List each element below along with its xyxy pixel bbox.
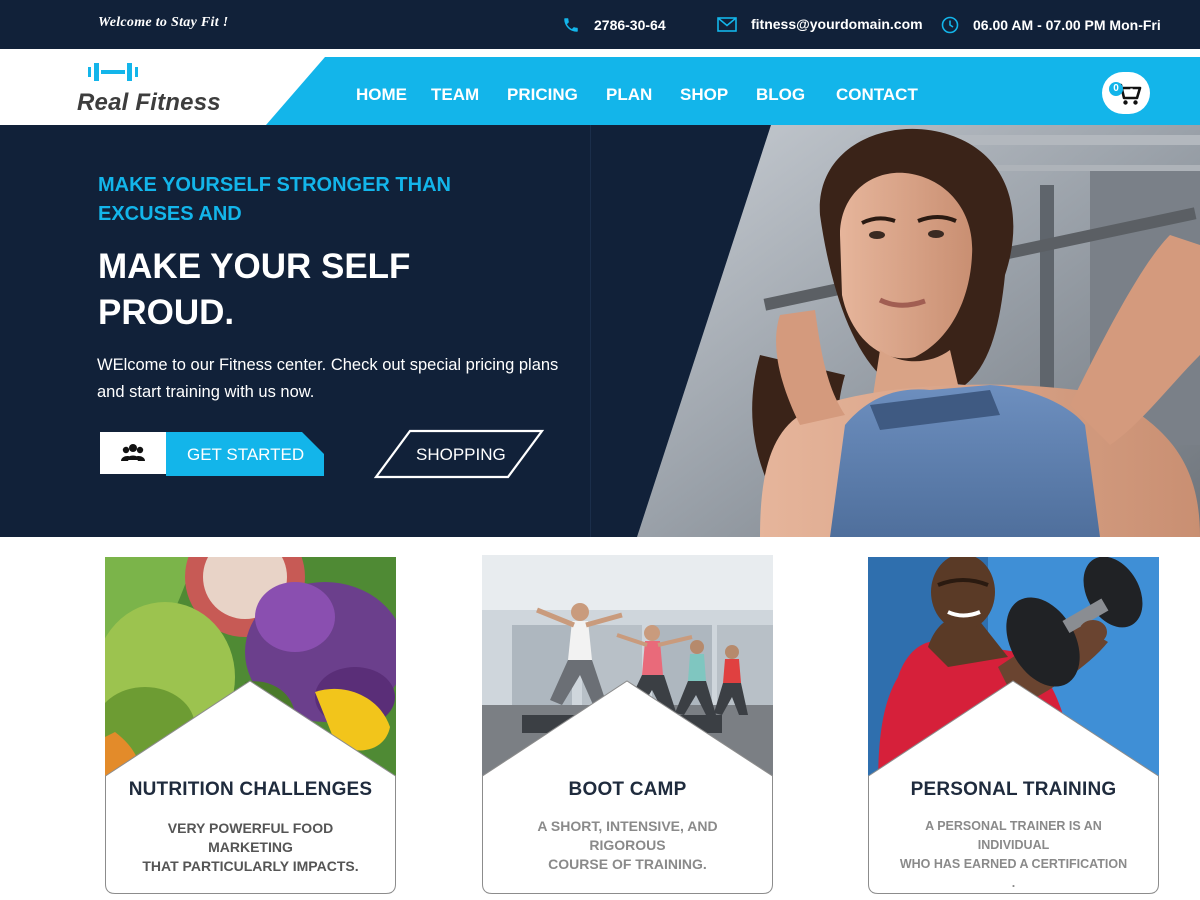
get-started-label: GET STARTED (187, 445, 305, 464)
hero-description: WElcome to our Fitness center. Check out… (97, 352, 577, 406)
phone-number: 2786-30-64 (594, 17, 666, 33)
get-started-icon-box (100, 432, 166, 474)
card-title: NUTRITION CHALLENGES (128, 779, 373, 800)
card-description-line-2: COURSE OF TRAINING. (548, 856, 707, 872)
clock-icon (941, 16, 959, 34)
hero-description-line-2: and start training with us now. (97, 383, 315, 401)
card-description-line-2: WHO HAS EARNED A CERTIFICATION . (899, 857, 1128, 890)
hero-tagline: MAKE YOURSELF STRONGER THAN EXCUSES AND (98, 171, 518, 229)
dumbbell-icon[interactable] (86, 62, 140, 87)
card-description: A SHORT, INTENSIVE, AND RIGOROUS COURSE … (511, 817, 744, 874)
hero-title: MAKE YOUR SELF PROUD. (98, 244, 518, 336)
card-description: VERY POWERFUL FOOD MARKETING THAT PARTIC… (134, 819, 367, 876)
users-icon (121, 444, 145, 461)
card-description-line-1: VERY POWERFUL FOOD MARKETING (167, 820, 334, 855)
shopping-button[interactable]: SHOPPING (373, 429, 545, 479)
card-nutrition[interactable]: NUTRITION CHALLENGES VERY POWERFUL FOOD … (105, 557, 396, 894)
nav-item-blog[interactable]: BLOG (756, 85, 805, 105)
email-address: fitness@yourdomain.com (751, 16, 923, 32)
nav-item-pricing[interactable]: PRICING (507, 85, 578, 105)
card-personal-training[interactable]: PERSONAL TRAINING A PERSONAL TRAINER IS … (868, 557, 1159, 894)
opening-hours: 06.00 AM - 07.00 PM Mon-Fri (941, 16, 1161, 34)
email-contact[interactable]: fitness@yourdomain.com (717, 16, 923, 32)
nav-item-plan[interactable]: PLAN (606, 85, 652, 105)
shopping-label: SHOPPING (416, 445, 506, 464)
cart-button[interactable]: 0 (1102, 72, 1150, 114)
nav-item-contact[interactable]: CONTACT (836, 85, 918, 105)
mail-icon (717, 16, 737, 32)
phone-contact[interactable]: 2786-30-64 (562, 16, 666, 34)
hero-tagline-line-1: MAKE YOURSELF STRONGER THAN (98, 174, 451, 196)
hero-title-line-1: MAKE YOUR SELF (98, 247, 411, 286)
nav-item-home[interactable]: HOME (356, 85, 407, 105)
nav-item-shop[interactable]: SHOP (680, 85, 728, 105)
card-description: A PERSONAL TRAINER IS AN INDIVIDUAL WHO … (897, 817, 1130, 893)
hero-description-line-1: WElcome to our Fitness center. Check out… (97, 356, 559, 374)
top-bar: Welcome to Stay Fit ! 2786-30-64 fitness… (0, 0, 1200, 49)
nav-item-team[interactable]: TEAM (431, 85, 479, 105)
card-title: BOOT CAMP (568, 779, 687, 800)
card-description-line-1: A PERSONAL TRAINER IS AN INDIVIDUAL (925, 819, 1102, 852)
card-description-line-1: A SHORT, INTENSIVE, AND RIGOROUS (537, 818, 718, 853)
card-boot-camp[interactable]: BOOT CAMP A SHORT, INTENSIVE, AND RIGORO… (482, 555, 773, 894)
brand-name[interactable]: Real Fitness (77, 89, 221, 117)
cart-count-badge: 0 (1109, 82, 1123, 96)
hero-title-line-2: PROUD. (98, 293, 235, 332)
card-title: PERSONAL TRAINING (910, 779, 1117, 800)
hero-tagline-line-2: EXCUSES AND (98, 203, 242, 225)
card-description-line-2: THAT PARTICULARLY IMPACTS. (142, 858, 359, 874)
hours-text: 06.00 AM - 07.00 PM Mon-Fri (973, 17, 1161, 33)
welcome-text: Welcome to Stay Fit ! (98, 15, 229, 30)
phone-icon (564, 18, 578, 32)
